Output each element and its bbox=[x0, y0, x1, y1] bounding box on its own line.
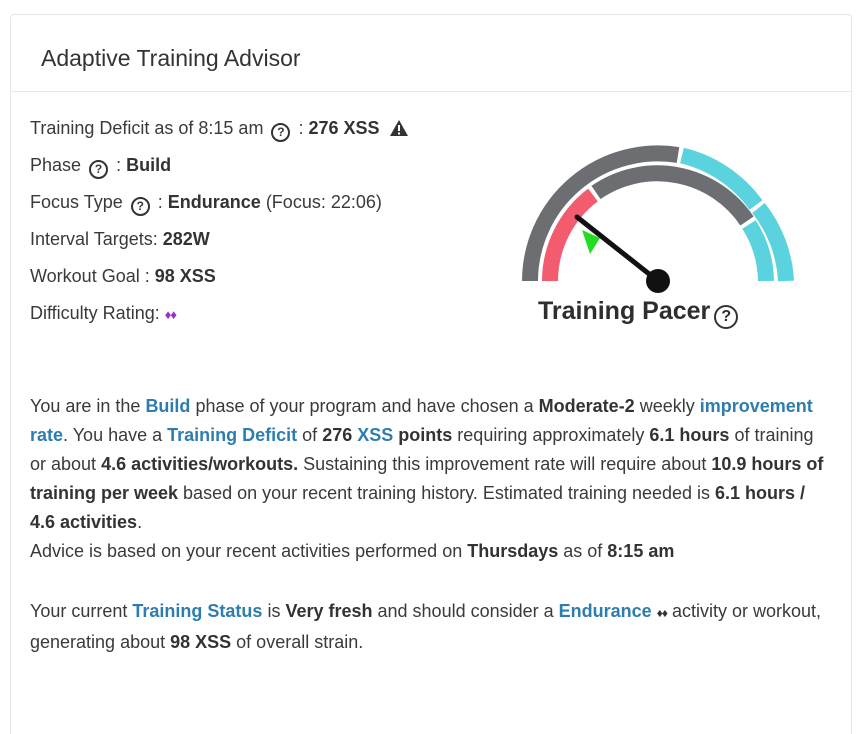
help-icon[interactable]: ? bbox=[89, 160, 109, 179]
stat-training-deficit: Training Deficit as of 8:15 am ? : 276 X… bbox=[30, 110, 409, 147]
stat-difficulty: Difficulty Rating: ♦♦ bbox=[30, 295, 409, 332]
gauge-title: Training Pacer? bbox=[538, 297, 741, 329]
stat-interval-targets: Interval Targets: 282W bbox=[30, 221, 409, 258]
text: based on your recent training history. E… bbox=[178, 483, 716, 503]
help-icon[interactable]: ? bbox=[714, 305, 739, 329]
phase-value: Build bbox=[126, 155, 172, 175]
text: of bbox=[297, 425, 323, 445]
colon: : bbox=[116, 155, 127, 175]
help-icon[interactable]: ? bbox=[271, 123, 291, 142]
build-link[interactable]: Build bbox=[145, 396, 190, 416]
status-paragraph: Your current Training Status is Very fre… bbox=[30, 597, 830, 657]
help-icon[interactable]: ? bbox=[130, 197, 150, 216]
text: Your current bbox=[30, 601, 133, 621]
focus-label: Focus Type bbox=[30, 192, 123, 212]
deficit-value: 276 XSS bbox=[308, 118, 380, 138]
gauge-svg bbox=[522, 145, 794, 293]
text: You are in the bbox=[30, 396, 146, 416]
gauge-inner-cyan-arc bbox=[742, 220, 774, 282]
rate-name: Moderate-2 bbox=[538, 396, 635, 416]
status-value: Very fresh bbox=[285, 601, 373, 621]
goal-value: 98 XSS bbox=[154, 266, 216, 286]
training-pacer-gauge: Training Pacer? bbox=[500, 125, 800, 345]
card-title: Adaptive Training Advisor bbox=[41, 45, 301, 71]
gauge-needle-hub bbox=[646, 269, 670, 293]
xss-link[interactable]: XSS bbox=[357, 425, 393, 445]
text: weekly bbox=[634, 396, 700, 416]
training-deficit-link[interactable]: Training Deficit bbox=[167, 425, 297, 445]
text: requiring approximately bbox=[452, 425, 650, 445]
time-value: 8:15 am bbox=[607, 541, 675, 561]
focus-note: (Focus: 22:06) bbox=[265, 192, 382, 212]
day-value: Thursdays bbox=[467, 541, 559, 561]
stats-list: Training Deficit as of 8:15 am ? : 276 X… bbox=[30, 110, 409, 332]
text: and should consider a bbox=[372, 601, 559, 621]
gauge-title-text: Training Pacer bbox=[538, 297, 711, 325]
card-header: Adaptive Training Advisor bbox=[11, 15, 851, 92]
hours-value: 6.1 hours bbox=[649, 425, 730, 445]
strain-value: 98 XSS bbox=[170, 632, 232, 652]
text: of overall strain. bbox=[231, 632, 364, 652]
deficit-number: 276 bbox=[322, 425, 353, 445]
text: . bbox=[137, 512, 143, 532]
colon: : bbox=[157, 192, 168, 212]
deficit-label: Training Deficit as of 8:15 am bbox=[30, 118, 264, 138]
text: phase of your program and have chosen a bbox=[190, 396, 539, 416]
difficulty-label: Difficulty Rating: bbox=[30, 303, 160, 323]
phase-label: Phase bbox=[30, 155, 82, 175]
advice-paragraph: You are in the Build phase of your progr… bbox=[30, 392, 830, 566]
points-text: points bbox=[398, 425, 453, 445]
stat-workout-goal: Workout Goal : 98 XSS bbox=[30, 258, 409, 295]
text: Sustaining this improvement rate will re… bbox=[298, 454, 712, 474]
difficulty-diamonds-icon: ♦♦ bbox=[164, 307, 177, 322]
colon: : bbox=[298, 118, 309, 138]
warning-icon bbox=[389, 120, 408, 136]
interval-label: Interval Targets: bbox=[30, 229, 158, 249]
endurance-link[interactable]: Endurance bbox=[559, 601, 652, 621]
focus-value: Endurance bbox=[167, 192, 261, 212]
goal-label: Workout Goal : bbox=[30, 266, 150, 286]
text: . You have a bbox=[63, 425, 168, 445]
text: Advice is based on your recent activitie… bbox=[30, 541, 468, 561]
activities-value: 4.6 activities/workouts. bbox=[101, 454, 299, 474]
interval-value: 282W bbox=[162, 229, 210, 249]
stat-phase: Phase ? : Build bbox=[30, 147, 409, 184]
text: as of bbox=[558, 541, 608, 561]
training-status-link[interactable]: Training Status bbox=[132, 601, 262, 621]
text: is bbox=[262, 601, 286, 621]
diamonds-icon: ♦♦ bbox=[656, 606, 668, 620]
stat-focus-type: Focus Type ? : Endurance (Focus: 22:06) bbox=[30, 184, 409, 221]
